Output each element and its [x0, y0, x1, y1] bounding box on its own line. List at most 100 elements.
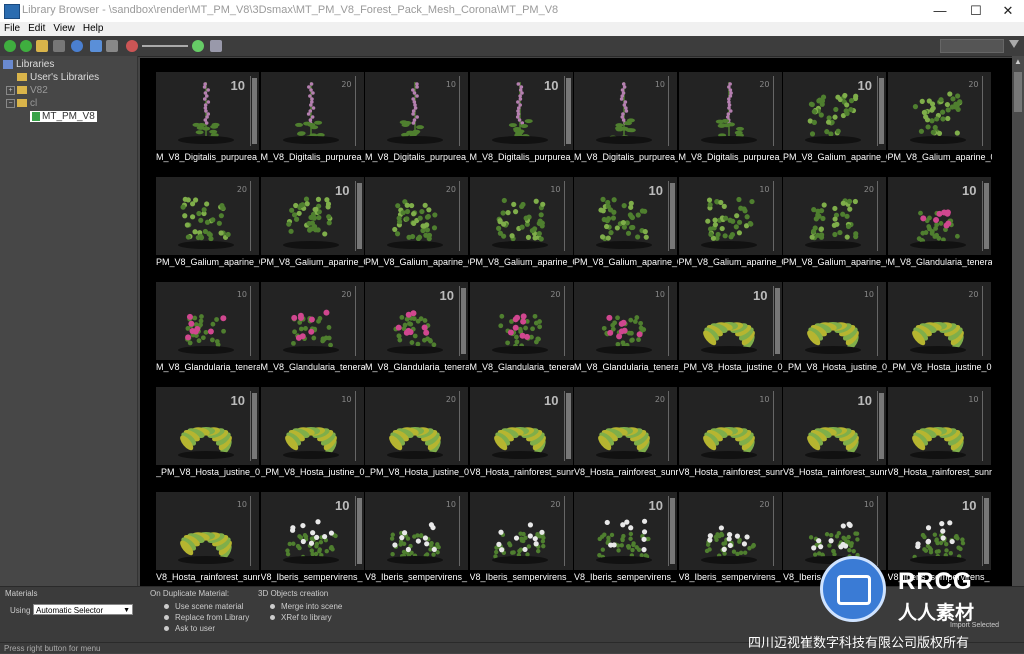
grid-item[interactable]: 20 PM_V8_Galium_aparine_0: [783, 177, 887, 273]
thumbnail[interactable]: 20: [156, 177, 259, 255]
grid-item[interactable]: 10 V8_Hosta_rainforest_sunris: [783, 387, 887, 483]
grid-item[interactable]: 10 V8_Iberis_sempervirens_: [365, 492, 469, 586]
zoom-in-icon[interactable]: [192, 40, 204, 52]
grid-item[interactable]: 10 PM_V8_Galium_aparine_0: [574, 177, 678, 273]
import-selected-button[interactable]: Import Selected: [950, 622, 999, 629]
search-input[interactable]: [940, 39, 1004, 53]
expand-icon[interactable]: +: [6, 85, 15, 95]
thumbnail[interactable]: 10: [156, 282, 259, 360]
scroll-up-icon[interactable]: ▲: [1014, 58, 1022, 66]
option-use-scene-material[interactable]: Use scene material: [164, 602, 243, 611]
thumbnail[interactable]: 20: [678, 492, 782, 570]
thumbnail[interactable]: 10: [469, 72, 573, 150]
thumbnail[interactable]: 20: [260, 72, 364, 150]
thumbnail[interactable]: 20: [574, 387, 677, 465]
grid-item[interactable]: 20 M_V8_Digitalis_purpurea_0: [678, 72, 783, 168]
thumbnail[interactable]: 10: [783, 492, 886, 570]
menu-view[interactable]: View: [49, 22, 79, 36]
radio-icon[interactable]: [164, 615, 169, 621]
info-icon[interactable]: [210, 40, 222, 52]
thumbnail[interactable]: 20: [469, 492, 573, 570]
tree-item-user-libraries[interactable]: User's Libraries: [17, 72, 99, 83]
grid-item[interactable]: 10 M_V8_Digitalis_purpurea_0: [156, 72, 260, 168]
thumbnail[interactable]: 10: [783, 387, 886, 465]
tree-icon[interactable]: [90, 40, 102, 52]
grid-item[interactable]: 10 PM_V8_Galium_aparine_0: [678, 177, 783, 273]
thumbnail[interactable]: 10: [156, 492, 259, 570]
grid-item[interactable]: 10 PM_V8_Galium_aparine_0: [783, 72, 887, 168]
radio-icon[interactable]: [164, 626, 169, 632]
forward-icon[interactable]: [20, 40, 32, 52]
thumbnail[interactable]: 20: [260, 282, 364, 360]
grid-item[interactable]: 10 PM_V8_Galium_aparine_0: [260, 177, 365, 273]
thumbnail[interactable]: 20: [887, 72, 991, 150]
grid-item[interactable]: 20 PM_V8_Galium_aparine_0: [887, 72, 992, 168]
grid-item[interactable]: 20 M_V8_Digitalis_purpurea_0: [260, 72, 365, 168]
grid-item[interactable]: 10 _PM_V8_Hosta_justine_01: [260, 387, 365, 483]
grid-item[interactable]: 10 _PM_V8_Hosta_justine_01: [156, 387, 260, 483]
grid-item[interactable]: 20 V8_Iberis_sempervirens_: [469, 492, 574, 586]
option-ask-to-user[interactable]: Ask to user: [164, 624, 215, 633]
grid-item[interactable]: 10 PM_V8_Galium_aparine_0: [469, 177, 574, 273]
tree-item-mt-pm-v8[interactable]: MT_PM_V8: [30, 111, 97, 122]
grid-item[interactable]: 10 V8_Hosta_rainforest_sunris: [678, 387, 783, 483]
grid-item[interactable]: 10 V8_Iberis_sempervirens_: [574, 492, 678, 586]
thumbnail[interactable]: 10: [678, 282, 782, 360]
zoom-slider[interactable]: [142, 45, 188, 47]
menu-help[interactable]: Help: [79, 22, 108, 36]
menu-edit[interactable]: Edit: [24, 22, 49, 36]
tree-root[interactable]: Libraries: [3, 59, 54, 70]
grid-item[interactable]: 10 M_V8_Glandularia_tenera_: [156, 282, 260, 378]
thumbnail[interactable]: 10: [574, 177, 677, 255]
thumbnail[interactable]: 10: [469, 177, 573, 255]
thumbnail[interactable]: 10: [887, 177, 991, 255]
thumbnail[interactable]: 20: [783, 177, 886, 255]
grid-item[interactable]: 10 M_V8_Digitalis_purpurea_0: [365, 72, 469, 168]
thumbnail[interactable]: 20: [365, 387, 468, 465]
thumbnail[interactable]: 10: [365, 492, 468, 570]
option-xref-to-library[interactable]: XRef to library: [270, 613, 332, 622]
tree-item-v82[interactable]: + V82: [6, 85, 48, 96]
grid-item[interactable]: 10 M_V8_Glandularia_tenera_: [887, 177, 992, 273]
thumbnail[interactable]: 10: [783, 282, 886, 360]
thumbnail[interactable]: 10: [574, 492, 677, 570]
thumbnail[interactable]: 10: [260, 492, 364, 570]
grid-item[interactable]: 10 V8_Hosta_rainforest_sunris: [887, 387, 992, 483]
save-icon[interactable]: [53, 40, 65, 52]
material-selector-dropdown[interactable]: Automatic Selector ▼: [33, 604, 133, 615]
grid-item[interactable]: 20 M_V8_Glandularia_tenera_: [469, 282, 574, 378]
grid-item[interactable]: 20 M_V8_Glandularia_tenera_: [260, 282, 365, 378]
thumbnail[interactable]: 10: [260, 177, 364, 255]
thumbnail[interactable]: 10: [574, 72, 677, 150]
vertical-scrollbar[interactable]: ▲: [1012, 56, 1024, 586]
grid-item[interactable]: 10 _PM_V8_Hosta_justine_01: [678, 282, 783, 378]
zoom-out-icon[interactable]: [126, 40, 138, 52]
option-replace-from-library[interactable]: Replace from Library: [164, 613, 249, 622]
thumbnail[interactable]: 10: [574, 282, 677, 360]
close-button[interactable]: ✕: [992, 0, 1024, 22]
minimize-button[interactable]: —: [924, 0, 956, 22]
refresh-icon[interactable]: [71, 40, 83, 52]
maximize-button[interactable]: ☐: [960, 0, 992, 22]
grid-item[interactable]: 20 _PM_V8_Hosta_justine_01: [887, 282, 992, 378]
thumbnail[interactable]: 10: [678, 387, 782, 465]
thumbnail[interactable]: 10: [469, 387, 573, 465]
grid-item[interactable]: 10 _PM_V8_Hosta_justine_01: [783, 282, 887, 378]
option-merge-into-scene[interactable]: Merge into scene: [270, 602, 342, 611]
grid-item[interactable]: 20 V8_Hosta_rainforest_sunris: [574, 387, 678, 483]
grid-item[interactable]: 20 V8_Iberis_sempervirens_: [678, 492, 783, 586]
grid-item[interactable]: 20 PM_V8_Galium_aparine_0: [365, 177, 469, 273]
grid-item[interactable]: 10 V8_Hosta_rainforest_sunris: [156, 492, 260, 586]
thumbnail[interactable]: 10: [156, 387, 259, 465]
radio-icon[interactable]: [270, 615, 275, 621]
grid-item[interactable]: 20 _PM_V8_Hosta_justine_01: [365, 387, 469, 483]
grid-item[interactable]: 20 PM_V8_Galium_aparine_0: [156, 177, 260, 273]
grid-item[interactable]: 10 V8_Hosta_rainforest_sunris: [469, 387, 574, 483]
thumbnail[interactable]: 10: [783, 72, 886, 150]
thumbnail[interactable]: 10: [365, 72, 468, 150]
thumbnail[interactable]: 20: [678, 72, 782, 150]
thumbnail[interactable]: 10: [260, 387, 364, 465]
tree-item-cl[interactable]: − cl: [6, 98, 37, 109]
thumbnail[interactable]: 10: [156, 72, 259, 150]
grid-item[interactable]: 10 M_V8_Glandularia_tenera_: [574, 282, 678, 378]
